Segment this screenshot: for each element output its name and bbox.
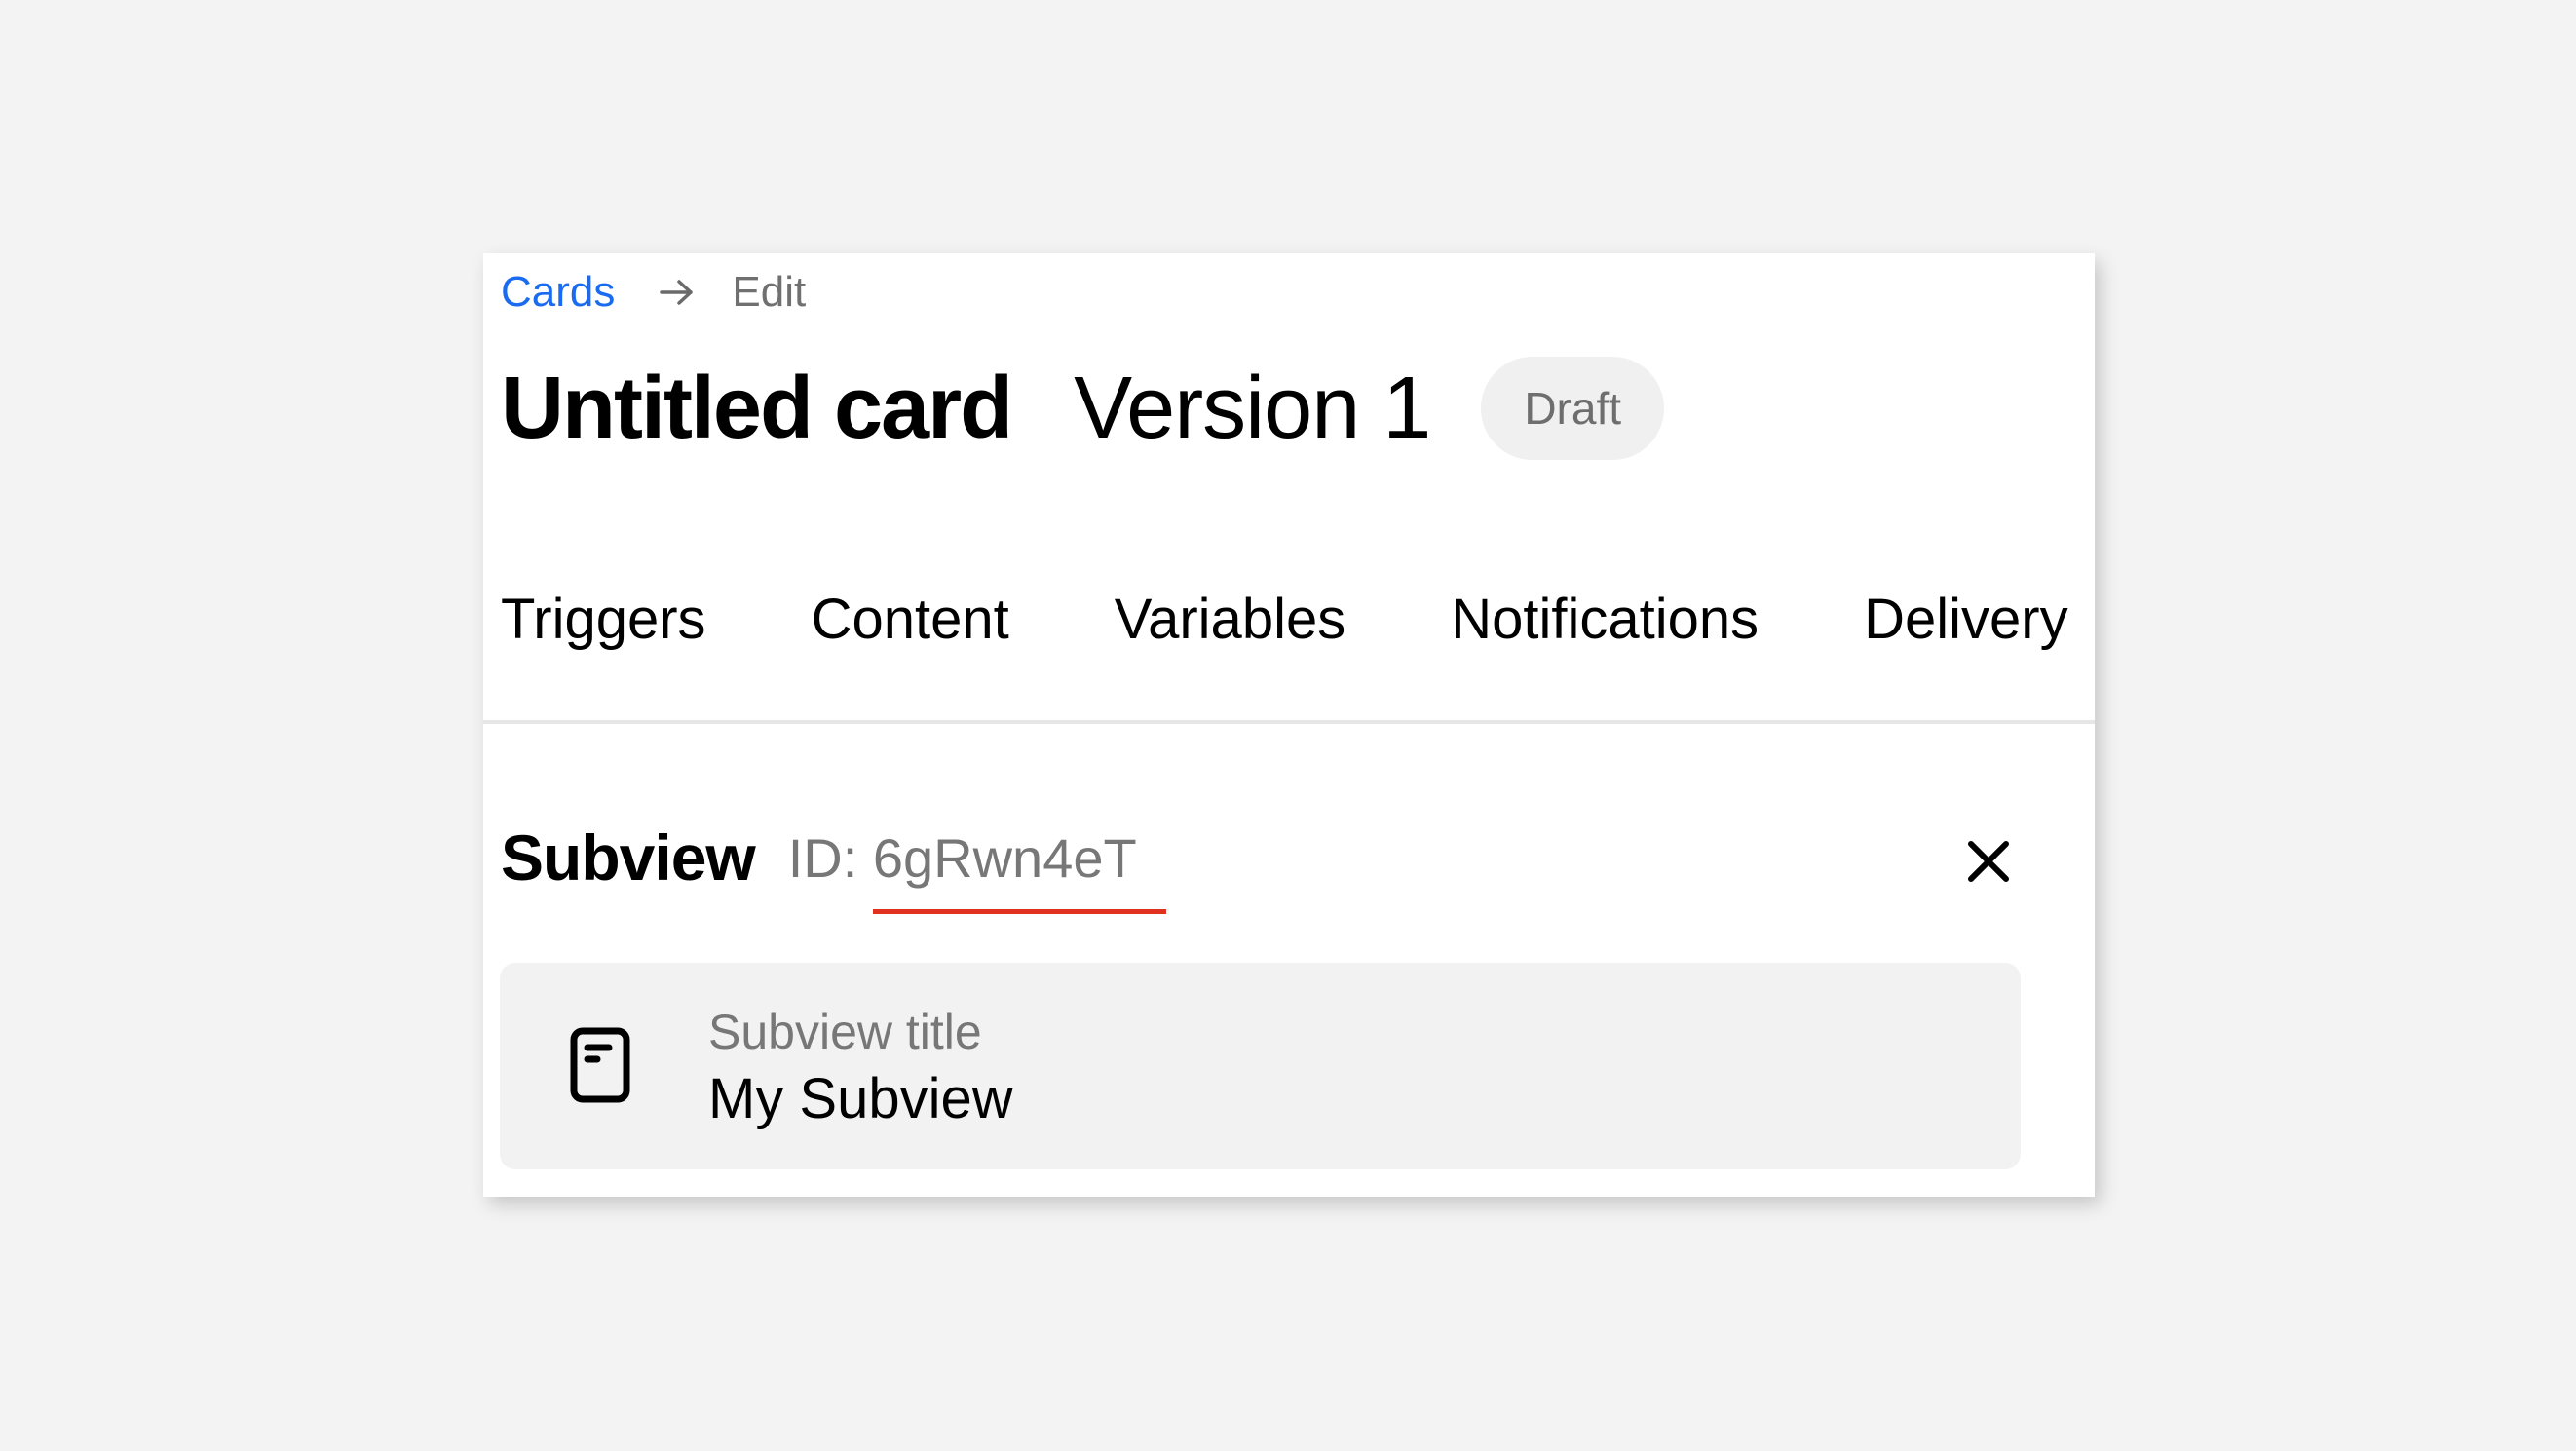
- breadcrumb: Cards Edit: [501, 263, 806, 322]
- breadcrumb-cards-link[interactable]: Cards: [501, 268, 615, 317]
- tab-divider: [483, 720, 2095, 724]
- subview-header: Subview ID: 6gRwn4eT: [501, 811, 1137, 904]
- field-label: Subview title: [708, 1005, 982, 1059]
- status-badge: Draft: [1481, 357, 1665, 460]
- version-label: Version 1: [1074, 359, 1431, 457]
- tab-variables[interactable]: Variables: [1115, 587, 1346, 652]
- subview-id-value[interactable]: 6gRwn4eT: [873, 827, 1137, 889]
- field-value[interactable]: My Subview: [708, 1066, 1013, 1131]
- tab-notifications[interactable]: Notifications: [1451, 587, 1759, 652]
- arrow-right-icon: [658, 278, 697, 307]
- document-icon: [570, 1027, 630, 1103]
- breadcrumb-current: Edit: [732, 268, 807, 316]
- subview-id-prefix: ID:: [787, 826, 873, 889]
- card-editor-panel: Cards Edit Untitled card Version 1 Draft…: [483, 253, 2095, 1197]
- close-button[interactable]: [1952, 825, 2025, 897]
- close-icon: [1968, 841, 2009, 882]
- subview-title-field[interactable]: Subview title My Subview: [500, 963, 2021, 1169]
- subview-id: ID: 6gRwn4eT: [788, 826, 1137, 890]
- subview-heading: Subview: [501, 821, 756, 894]
- tab-bar: Triggers Content Variables Notifications…: [501, 575, 2068, 663]
- tab-delivery[interactable]: Delivery: [1864, 587, 2068, 652]
- tab-triggers[interactable]: Triggers: [501, 587, 706, 652]
- tab-content[interactable]: Content: [812, 587, 1009, 652]
- title-row: Untitled card Version 1 Draft: [501, 355, 1665, 462]
- page-title[interactable]: Untitled card: [501, 359, 1013, 459]
